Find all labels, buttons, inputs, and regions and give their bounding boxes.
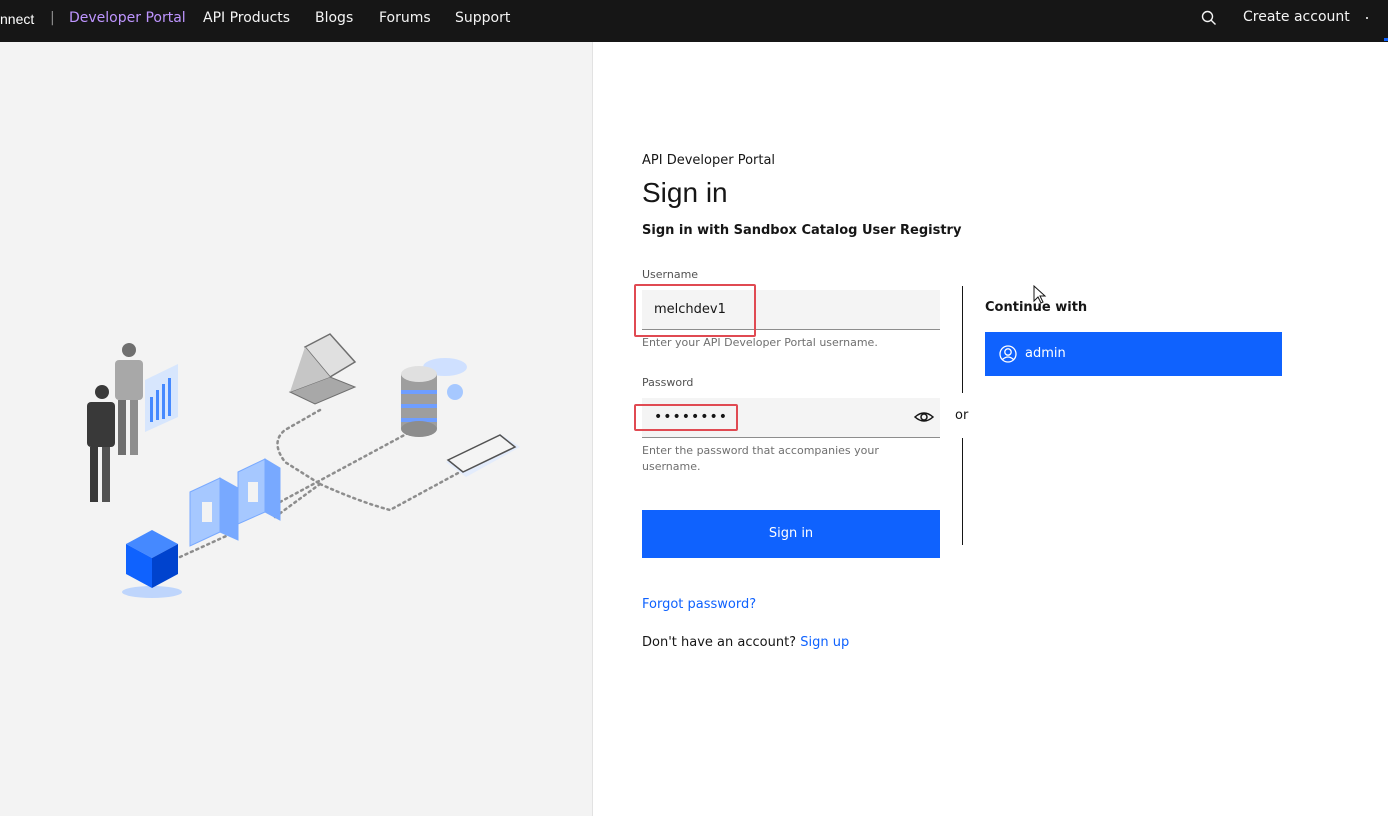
nav-item-forums[interactable]: Forums <box>379 10 431 26</box>
no-account-text: Don't have an account? Sign up <box>642 635 849 650</box>
cube-icon <box>122 530 182 598</box>
connector-shapes <box>189 458 281 547</box>
sign-up-link[interactable]: Sign up <box>800 635 849 650</box>
username-helper: Enter your API Developer Portal username… <box>642 336 878 349</box>
laptop-icon <box>288 333 357 405</box>
username-label: Username <box>642 268 699 281</box>
brand-name[interactable]: nnect <box>0 11 34 27</box>
sign-in-button[interactable]: Sign in <box>642 510 940 558</box>
active-indicator <box>1384 38 1388 41</box>
api-illustration <box>87 333 520 598</box>
nav-item-support[interactable]: Support <box>455 10 510 26</box>
admin-provider-label: admin <box>1025 346 1066 361</box>
illustration-panel <box>0 42 593 816</box>
password-helper: Enter the password that accompanies your… <box>642 444 879 473</box>
forgot-password-link[interactable]: Forgot password? <box>642 597 756 612</box>
mouse-cursor-icon <box>1033 285 1047 304</box>
highlight-box-password <box>634 404 738 431</box>
database-icon <box>401 358 467 437</box>
overflow-dot <box>1366 17 1368 19</box>
nav-item-api-products[interactable]: API Products <box>203 10 290 26</box>
show-password-icon[interactable] <box>914 409 934 425</box>
search-icon[interactable] <box>1200 9 1218 27</box>
no-account-label: Don't have an account? <box>642 635 797 650</box>
people-figures <box>87 343 178 502</box>
user-avatar-icon <box>999 345 1017 363</box>
create-account-link[interactable]: Create account <box>1243 9 1350 25</box>
brand-separator: | <box>50 10 55 26</box>
divider-top <box>962 286 963 393</box>
registry-subtitle: Sign in with Sandbox Catalog User Regist… <box>642 223 962 238</box>
admin-provider-button[interactable]: admin <box>985 332 1282 376</box>
password-label: Password <box>642 376 694 389</box>
or-label: or <box>955 408 969 423</box>
portal-eyebrow: API Developer Portal <box>642 153 776 168</box>
divider-bottom <box>962 438 963 545</box>
page-title: Sign in <box>642 177 728 208</box>
top-nav: nnect | Developer Portal API Products Bl… <box>0 0 1388 42</box>
nav-item-blogs[interactable]: Blogs <box>315 10 353 26</box>
highlight-box-username <box>634 284 756 337</box>
phone-icon <box>446 434 520 477</box>
nav-developer-portal[interactable]: Developer Portal <box>69 10 186 26</box>
